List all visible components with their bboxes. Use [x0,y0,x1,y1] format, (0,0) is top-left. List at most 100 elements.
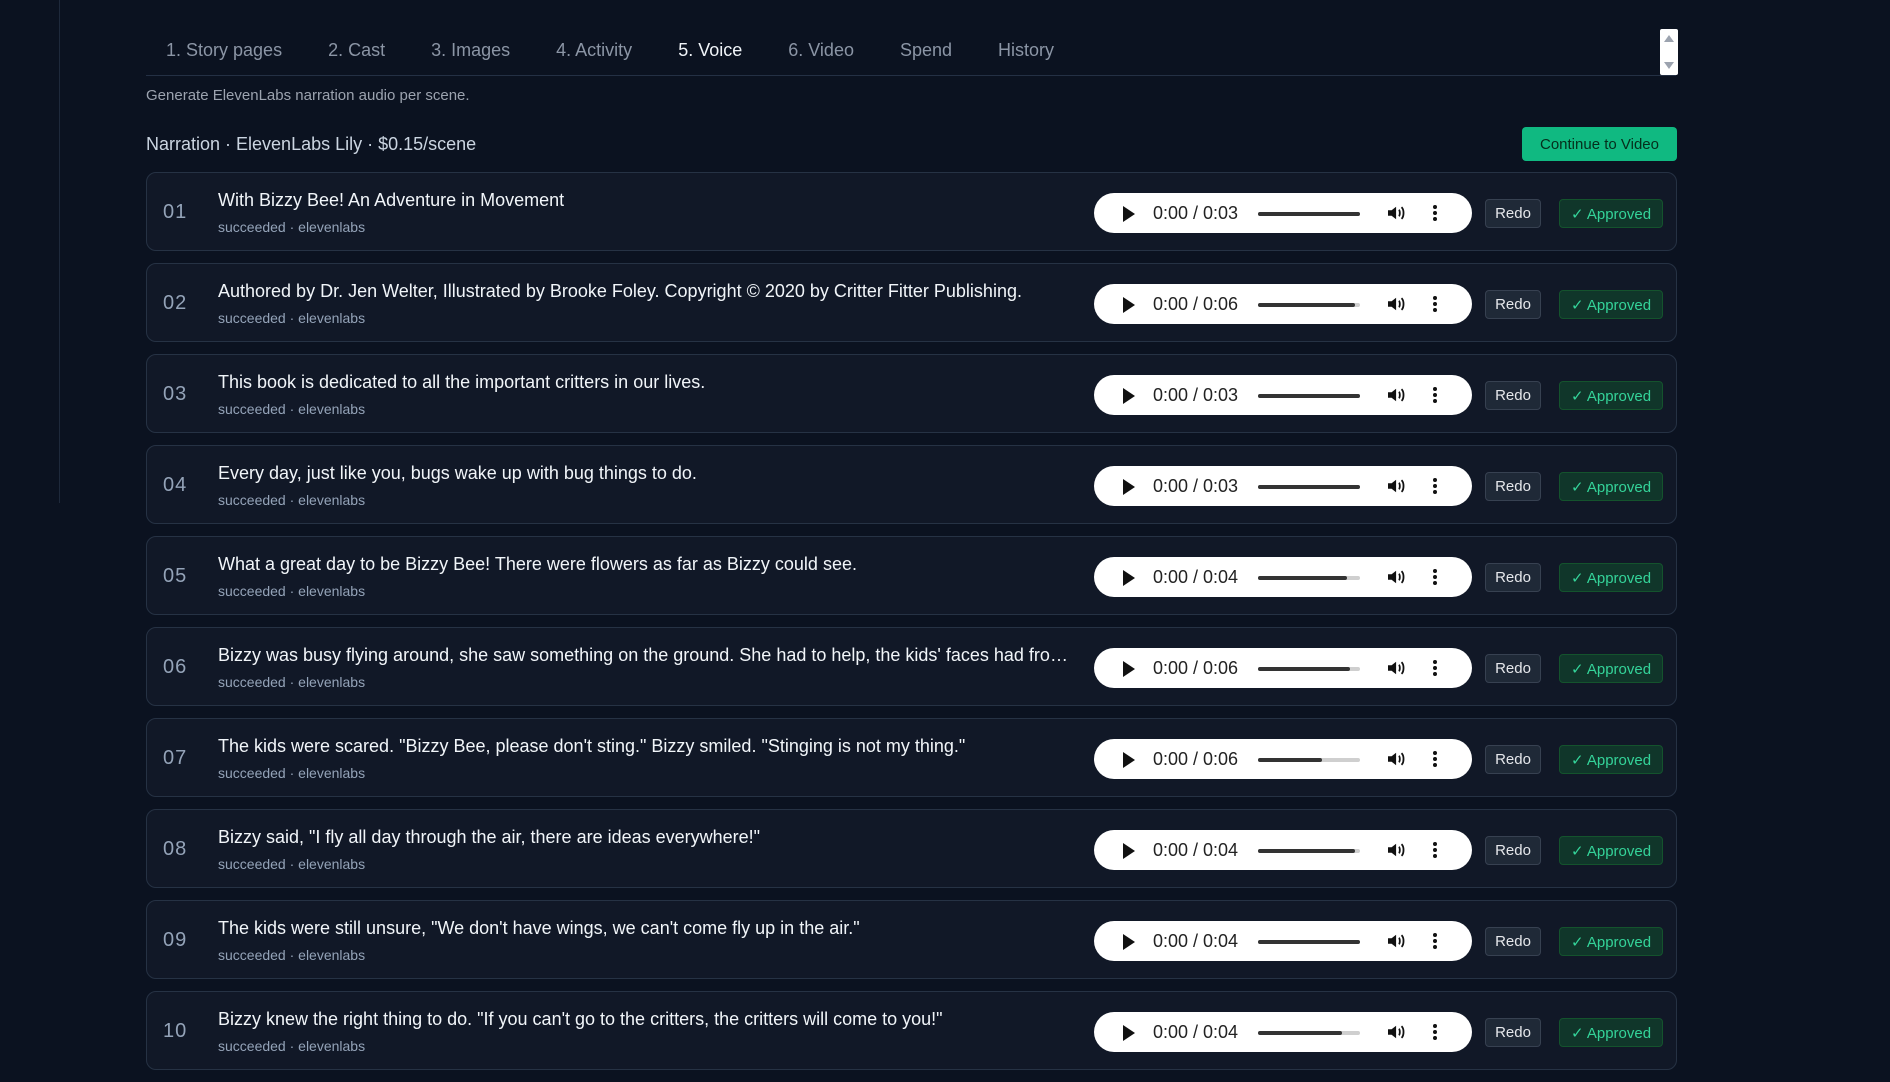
play-icon[interactable] [1123,1025,1135,1041]
audio-player[interactable]: 0:00 / 0:06 [1094,739,1472,779]
redo-button[interactable]: Redo [1485,472,1541,501]
audio-progress-track[interactable] [1258,849,1360,853]
scene-text: With Bizzy Bee! An Adventure in Movement [218,190,565,210]
tab-2-cast[interactable]: 2. Cast [328,40,385,61]
tab-history[interactable]: History [998,40,1054,61]
more-options-icon[interactable] [1432,294,1438,314]
volume-icon[interactable] [1386,932,1408,950]
audio-player[interactable]: 0:00 / 0:03 [1094,466,1472,506]
audio-progress-track[interactable] [1258,1031,1360,1035]
redo-button[interactable]: Redo [1485,927,1541,956]
more-options-icon[interactable] [1432,1022,1438,1042]
play-icon[interactable] [1123,479,1135,495]
tab-1-story-pages[interactable]: 1. Story pages [166,40,282,61]
audio-time: 0:00 / 0:03 [1153,476,1239,496]
tab-3-images[interactable]: 3. Images [431,40,510,61]
scene-number: 08 [163,838,188,860]
audio-progress-track[interactable] [1258,394,1360,398]
more-options-icon[interactable] [1432,476,1438,496]
audio-progress-track[interactable] [1258,576,1360,580]
more-options-icon[interactable] [1432,203,1438,223]
scroll-down-icon[interactable] [1664,62,1674,69]
audio-progress-track[interactable] [1258,303,1360,307]
audio-player[interactable]: 0:00 / 0:04 [1094,830,1472,870]
tab-5-voice[interactable]: 5. Voice [678,40,742,61]
audio-time: 0:00 / 0:06 [1153,294,1239,314]
audio-time: 0:00 / 0:06 [1153,749,1239,769]
play-icon[interactable] [1123,388,1135,404]
scroll-up-icon[interactable] [1664,35,1674,42]
approved-button[interactable]: ✓ Approved [1559,1018,1663,1047]
play-icon[interactable] [1123,843,1135,859]
more-options-icon[interactable] [1432,749,1438,769]
tab-4-activity[interactable]: 4. Activity [556,40,632,61]
volume-icon[interactable] [1386,477,1408,495]
scene-number: 02 [163,292,188,314]
scene-text: The kids were still unsure, "We don't ha… [218,918,860,938]
scene-row: 06 Bizzy was busy flying around, she saw … [146,627,1677,706]
audio-progress-track[interactable] [1258,940,1360,944]
more-options-icon[interactable] [1432,385,1438,405]
audio-progress-fill [1258,758,1323,762]
approved-button[interactable]: ✓ Approved [1559,563,1663,592]
volume-icon[interactable] [1386,295,1408,313]
approved-button[interactable]: ✓ Approved [1559,290,1663,319]
redo-button[interactable]: Redo [1485,745,1541,774]
scene-list: 01 With Bizzy Bee! An Adventure in Moveme… [146,172,1677,1082]
approved-button[interactable]: ✓ Approved [1559,927,1663,956]
volume-icon[interactable] [1386,204,1408,222]
audio-progress-track[interactable] [1258,212,1360,216]
audio-progress-fill [1258,576,1347,580]
mini-scrollbar[interactable] [1660,29,1678,75]
redo-button[interactable]: Redo [1485,290,1541,319]
more-options-icon[interactable] [1432,931,1438,951]
approved-button[interactable]: ✓ Approved [1559,654,1663,683]
more-options-icon[interactable] [1432,658,1438,678]
volume-icon[interactable] [1386,841,1408,859]
more-options-icon[interactable] [1432,840,1438,860]
scene-row: 03 This book is dedicated to all the impo… [146,354,1677,433]
play-icon[interactable] [1123,206,1135,222]
audio-player[interactable]: 0:00 / 0:03 [1094,193,1472,233]
audio-player[interactable]: 0:00 / 0:04 [1094,557,1472,597]
volume-icon[interactable] [1386,659,1408,677]
play-icon[interactable] [1123,752,1135,768]
volume-icon[interactable] [1386,386,1408,404]
redo-button[interactable]: Redo [1485,199,1541,228]
scene-status: succeeded · elevenlabs [218,1038,366,1054]
approved-button[interactable]: ✓ Approved [1559,836,1663,865]
approved-button[interactable]: ✓ Approved [1559,199,1663,228]
redo-button[interactable]: Redo [1485,381,1541,410]
audio-progress-track[interactable] [1258,667,1360,671]
approved-button[interactable]: ✓ Approved [1559,381,1663,410]
redo-button[interactable]: Redo [1485,1018,1541,1047]
approved-button[interactable]: ✓ Approved [1559,472,1663,501]
volume-icon[interactable] [1386,568,1408,586]
more-options-icon[interactable] [1432,567,1438,587]
scene-number: 05 [163,565,188,587]
audio-progress-track[interactable] [1258,485,1360,489]
play-icon[interactable] [1123,297,1135,313]
volume-icon[interactable] [1386,750,1408,768]
audio-player[interactable]: 0:00 / 0:04 [1094,1012,1472,1052]
continue-to-video-button[interactable]: Continue to Video [1522,127,1677,161]
tab-spend[interactable]: Spend [900,40,952,61]
audio-progress-fill [1258,1031,1342,1035]
section-title: Narration · ElevenLabs Lily · $0.15/scen… [146,134,477,154]
audio-player[interactable]: 0:00 / 0:06 [1094,648,1472,688]
audio-player[interactable]: 0:00 / 0:03 [1094,375,1472,415]
scene-number: 01 [163,201,188,223]
volume-icon[interactable] [1386,1023,1408,1041]
audio-progress-track[interactable] [1258,758,1360,762]
redo-button[interactable]: Redo [1485,654,1541,683]
play-icon[interactable] [1123,934,1135,950]
play-icon[interactable] [1123,570,1135,586]
audio-time: 0:00 / 0:03 [1153,385,1239,405]
approved-button[interactable]: ✓ Approved [1559,745,1663,774]
audio-player[interactable]: 0:00 / 0:04 [1094,921,1472,961]
redo-button[interactable]: Redo [1485,836,1541,865]
play-icon[interactable] [1123,661,1135,677]
audio-player[interactable]: 0:00 / 0:06 [1094,284,1472,324]
tab-6-video[interactable]: 6. Video [788,40,854,61]
redo-button[interactable]: Redo [1485,563,1541,592]
